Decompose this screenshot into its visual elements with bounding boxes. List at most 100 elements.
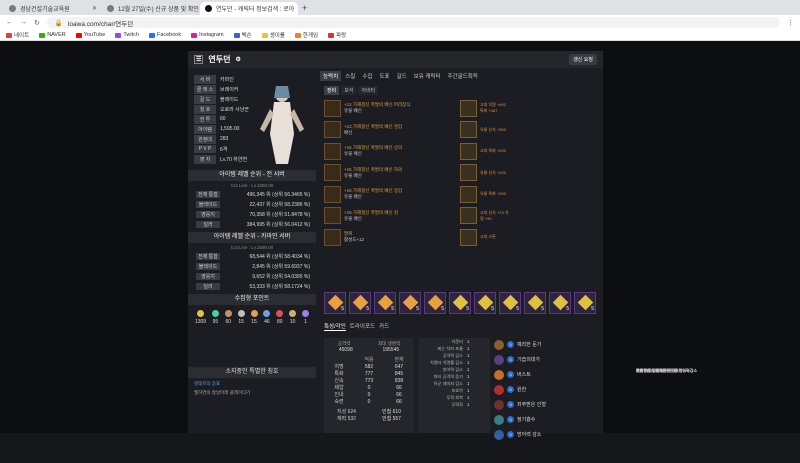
bottom-tab[interactable]: 카드 xyxy=(379,322,389,331)
browser-tab-1[interactable]: 경남건설기술교육원 ✕ xyxy=(4,2,102,15)
info-key: 칭 호 xyxy=(194,104,216,114)
update-button[interactable]: 갱신 요청 xyxy=(569,54,597,65)
collection-item[interactable]: 95 xyxy=(211,310,219,325)
bookmark-item[interactable]: 파랑 xyxy=(328,31,346,39)
browser-tab-3[interactable]: 연두던 - 캐릭터 정보검색 : 로아✕ xyxy=(200,2,298,15)
engraving-item[interactable]: 3 정기흡수 xyxy=(494,413,600,426)
main-tab[interactable]: 능력치 xyxy=(320,71,342,81)
engraving-level: 3 xyxy=(507,386,514,393)
engraving-level: 3 xyxy=(507,401,514,408)
base-stats-panel: 공격력 최대 생명력 45098 195545 적용 현재 치명 582 647 특화 777… xyxy=(324,338,414,433)
gem-item[interactable]: 5 xyxy=(524,292,546,314)
equipment-item[interactable]: +15 가해갱신 폭발의 배신 장갑 유물 배신 xyxy=(324,184,458,204)
browser-tab-2[interactable]: 12월 27일(수) 신규 상품 및 확인✕ xyxy=(102,2,200,15)
collection-item[interactable]: 80 xyxy=(276,310,284,325)
sub-tab[interactable]: 보석 xyxy=(341,85,357,95)
sub-tab[interactable]: 장비 xyxy=(324,85,340,95)
combat-stat-row: 공격력 감소 1 xyxy=(442,352,470,359)
equipment-icon xyxy=(324,228,341,246)
collection-item[interactable]: 15 xyxy=(250,310,258,325)
bookmark-item[interactable]: NAVER xyxy=(39,32,66,38)
accessory-stats: 유물 신속 +300 xyxy=(480,126,506,132)
engraving-item[interactable]: 3 예리한 둔기 xyxy=(494,338,600,351)
accessory-icon xyxy=(460,99,477,117)
main-tab[interactable]: 도표 xyxy=(376,71,392,81)
engraving-item[interactable]: 3 저주받은 인형 xyxy=(494,398,600,411)
extensions-icon[interactable]: ⋮ xyxy=(787,19,794,27)
ranking-all-title: 아이템 레벨 순위 - 전 서버 xyxy=(188,170,316,181)
accessory-item[interactable]: 유물 신속 +200 예리한둔기 전투준비 공격력감소 xyxy=(460,163,690,373)
equipment-item[interactable]: +15 가해갱신 폭발의 배신 하의 유물 배신 xyxy=(324,163,458,183)
engraving-item[interactable]: 3 원한 xyxy=(494,383,600,396)
title-line[interactable]: 힐레르의 증표 xyxy=(188,378,316,390)
collection-item[interactable]: 1 xyxy=(302,310,310,325)
engraving-icon xyxy=(494,384,504,395)
accessory-item[interactable]: 유물 특화 +200 정기흡수 급소타격 공격력감소 xyxy=(460,184,686,373)
collection-item[interactable]: 60 xyxy=(224,310,232,325)
main-tab[interactable]: 길드 xyxy=(394,71,410,81)
bookmark-item[interactable]: Instagram xyxy=(191,32,224,38)
accessory-stats: 고대 특화 +290 xyxy=(480,148,506,153)
forward-icon[interactable]: → xyxy=(20,19,27,26)
bookmark-item[interactable]: 한게임 xyxy=(294,31,318,39)
engraving-item[interactable]: 3 기습의대가 xyxy=(494,353,600,366)
equipment-quality: 유물 배신 xyxy=(344,194,362,199)
bookmark-item[interactable]: YouTube xyxy=(75,32,105,38)
new-tab-button[interactable]: + xyxy=(302,2,307,15)
gem-level: 5 xyxy=(541,306,544,312)
ranking-value: 2,845 위 (상위 59.6937 %) xyxy=(252,264,310,270)
accessory-item[interactable]: 유물 신속 +300 정밀단도 원한 방어력감소 xyxy=(460,120,679,373)
accessory-item[interactable]: 고대 치명 +492 특화 +487 기습의대가 저주받은인형 방어력감소 xyxy=(460,98,697,373)
ranking-server-list: 전체 통합 68,544 위 (상위 58.4034 %) 블레이드 2,845 위 … xyxy=(196,252,310,292)
bookmark-item[interactable]: 백슨 xyxy=(233,31,252,39)
gem-item[interactable]: 5 xyxy=(349,292,371,314)
back-icon[interactable]: ← xyxy=(6,19,13,26)
gem-item[interactable]: 5 xyxy=(324,292,346,314)
accessory-item[interactable]: 고대 신속 +73 치명 +90 원한 속공 이동속도 xyxy=(460,206,668,373)
gem-item[interactable]: 5 xyxy=(374,292,396,314)
collection-item[interactable]: 46 xyxy=(263,310,271,325)
collection-item[interactable]: 15 xyxy=(237,310,245,325)
engraving-item[interactable]: 3 버스트 xyxy=(494,368,600,381)
ranking-row: 영웅지 9,652 위 (상위 54.0395 %) xyxy=(196,272,310,281)
equipment-item[interactable]: 팔찌 활성도+12 xyxy=(324,227,458,247)
gem-level: 5 xyxy=(466,306,469,312)
bottom-tab[interactable]: 특성/각인 xyxy=(324,322,346,331)
bookmark-item[interactable]: 생이룰 xyxy=(261,31,285,39)
gem-item[interactable]: 5 xyxy=(424,292,446,314)
gem-item[interactable]: 5 xyxy=(499,292,521,314)
main-tab[interactable]: 주간골드획득 xyxy=(445,71,481,81)
main-tab[interactable]: 보유 캐릭터 xyxy=(411,71,444,81)
equipment-item[interactable]: +15 가해갱신 폭발의 배신 상의 유물 배신 xyxy=(324,141,458,161)
equipment-item[interactable]: +12 가해갱신 폭발의 배신 머리장식 유물 배신 xyxy=(324,98,458,118)
collection-item[interactable]: 1309 xyxy=(195,310,206,325)
main-tab[interactable]: 수집 xyxy=(359,71,375,81)
gem-item[interactable]: 5 xyxy=(574,292,596,314)
engraving-name: 저주받은 인형 xyxy=(517,402,546,408)
bookmark-item[interactable]: 네이트 xyxy=(6,31,29,39)
engraving-item[interactable]: 3 방어력 감소 xyxy=(494,428,600,441)
engraving-name: 정기흡수 xyxy=(517,417,536,423)
url-input[interactable]: 🔒 loawa.com/char/연두던 xyxy=(46,17,780,28)
gem-item[interactable]: 5 xyxy=(549,292,571,314)
accessory-item[interactable]: 고대 특화 +290 저주받은인형 예리한둔기 방어력감소 xyxy=(460,141,697,373)
bottom-tab[interactable]: 트라이포드 xyxy=(350,322,375,331)
collection-item[interactable]: 10 xyxy=(289,310,297,325)
gem-item[interactable]: 5 xyxy=(449,292,471,314)
collection-icon xyxy=(289,310,297,317)
sub-tab[interactable]: 아바타 xyxy=(358,85,379,95)
gem-item[interactable]: 5 xyxy=(474,292,496,314)
equipment-quality: 유물 배신 xyxy=(344,215,362,221)
accessory-item[interactable]: 고대 스톤 기습의대가 저주받은인형 방어력감소 xyxy=(460,227,697,373)
gem-item[interactable]: 5 xyxy=(399,292,421,314)
equipment-item[interactable]: +12 가해갱신 폭발의 배신 견갑 배신 xyxy=(324,120,458,140)
bookmark-item[interactable]: Twitch xyxy=(115,32,139,38)
bookmark-item[interactable]: Facebook xyxy=(148,32,181,38)
main-tab[interactable]: 스킬 xyxy=(342,71,358,81)
close-icon[interactable]: ✕ xyxy=(92,5,97,12)
collection-icon xyxy=(276,310,284,317)
equipment-item[interactable]: +15 가해갱신 폭발의 배신 검 유물 배신 xyxy=(324,206,458,226)
browser-tab-bar: 경남건설기술교육원✕ 12월 27일(수) 신규 상품 및 확인✕ 연두던 - … xyxy=(0,0,800,15)
reload-icon[interactable]: ↻ xyxy=(34,19,40,27)
info-value: 오로라 사냥꾼 xyxy=(220,106,249,113)
